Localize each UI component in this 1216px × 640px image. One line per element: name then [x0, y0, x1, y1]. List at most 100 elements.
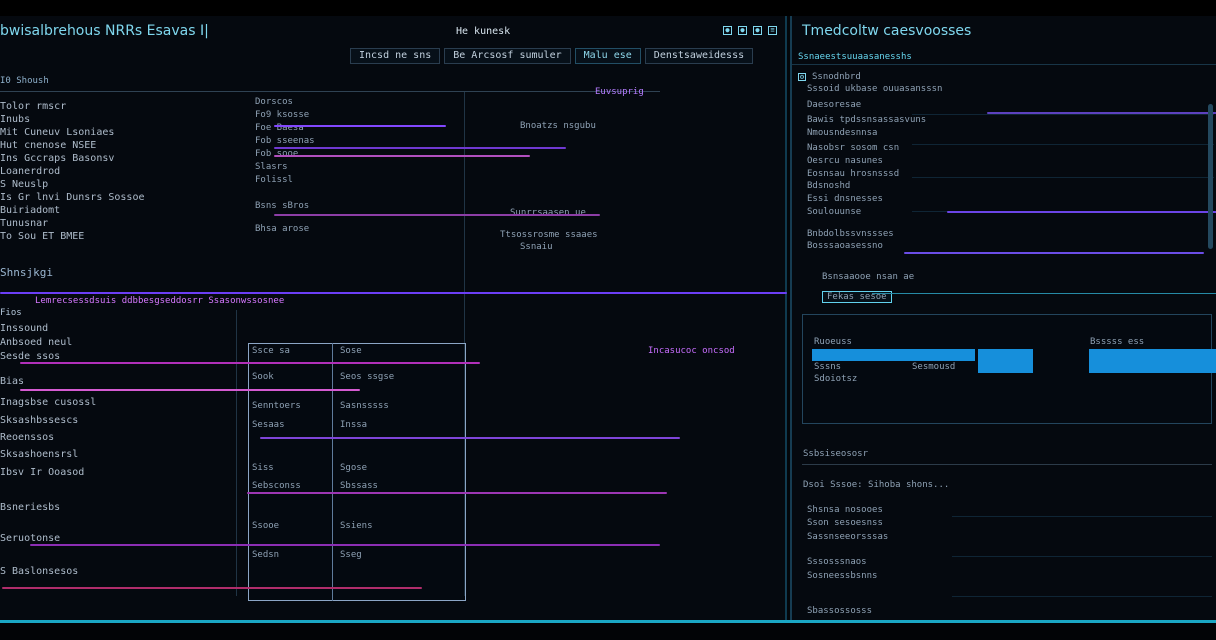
note-4: Ttsossrosme ssaaes — [500, 230, 598, 240]
event-6: Sosneessbsnns — [807, 571, 878, 581]
side-item-2[interactable]: Daesoresae — [807, 100, 861, 110]
lower-mid-1: Ssce sa — [252, 346, 290, 356]
highlight-magenta-2 — [274, 214, 600, 216]
events-grid-line-2 — [952, 556, 1212, 557]
event-3: Sson sesoesnss — [807, 518, 883, 528]
side-item-7[interactable]: Eosnsau hrosnsssd — [807, 169, 899, 179]
selected-row-1: Sssns — [814, 362, 842, 372]
event-4: Sassnseeorsssas — [807, 532, 889, 542]
lower-grid-5: Sgose — [340, 463, 368, 473]
left-line-4: Hut cnenose NSEE — [0, 140, 97, 151]
lower-grid-1: Sose — [340, 346, 362, 356]
lower-mid-6: Sebsconss — [252, 481, 301, 491]
events-grid-line-3 — [952, 596, 1212, 597]
lower-left-12: S Baslonsesos — [0, 566, 79, 577]
left-line-12: Shnsjkgi — [0, 266, 53, 279]
left-line-6: Loanerdrod — [0, 166, 61, 177]
side-item-4[interactable]: Nmousndesnnsa — [807, 128, 877, 138]
lower-left-1: Inssound — [0, 323, 49, 334]
lower-left-4: Bias — [0, 376, 25, 387]
left-line-10: Tunusnar — [0, 218, 49, 229]
toolbar-item-include[interactable]: Incsd ne sns — [350, 48, 441, 64]
section-one-line — [0, 91, 660, 92]
side-top-line — [792, 64, 1216, 65]
selected-bar-1[interactable] — [812, 349, 975, 361]
mid-line-1: Dorscos — [255, 97, 293, 107]
left-line-11: To Sou ET BMEE — [0, 231, 85, 242]
lower-highlight-2 — [20, 389, 360, 391]
lower-grid-7: Ssiens — [340, 521, 373, 531]
side-grid-line-2 — [912, 144, 1214, 145]
mid-line-8: Bsns sBros — [255, 201, 310, 211]
side-top-link[interactable]: Ssnaeestsuuaasanesshs — [798, 52, 912, 62]
note-3: Sunrrsaasen ue — [510, 208, 586, 218]
center-label: He kunesk — [456, 26, 511, 37]
side-panel-title: Tmedcoltw caesvoosses — [802, 23, 972, 39]
side-highlight-3 — [904, 252, 1204, 254]
toolbar-item-module[interactable]: Malu ese — [574, 48, 641, 64]
side-item-3[interactable]: Bawis tpdssnsassasvuns — [807, 115, 926, 125]
lower-grid-4: Inssa — [340, 420, 368, 430]
highlight-purple-1 — [274, 125, 446, 127]
side-item-9[interactable]: Essi dnsnesses — [807, 194, 883, 204]
lower-mid-4: Sesaas — [252, 420, 285, 430]
lower-grid-3: Sasnsssss — [340, 401, 389, 411]
side-item-5[interactable]: Nasobsr sosom csn — [807, 143, 899, 153]
toolbar: Incsd ne sns Be Arcsosf sumuler Malu ese… — [0, 48, 787, 66]
note-2: Bnoatzs nsgubu — [520, 121, 596, 131]
lower-highlight-6 — [2, 587, 422, 589]
toolbar-item-search[interactable]: Be Arcsosf sumuler — [444, 48, 571, 64]
event-5: Sssosssnaos — [807, 557, 867, 567]
status-dot-icon[interactable]: ● — [723, 26, 732, 35]
lower-mid-7: Ssooe — [252, 521, 280, 531]
side-section-header: Ssnodnbrd — [812, 72, 861, 82]
event-7: Sbassossosss — [807, 606, 873, 616]
left-line-9: Buiriadomt — [0, 205, 61, 216]
side-tag-line — [872, 293, 1216, 294]
toolbar-item-design[interactable]: Denstsaweidesss — [644, 48, 754, 64]
lower-left-8: Sksashoensrsl — [0, 449, 79, 460]
lower-left-7: Reoenssos — [0, 432, 55, 443]
lower-left-5: Inagsbse cusossl — [0, 397, 97, 408]
lower-highlight-1 — [20, 362, 480, 364]
left-line-3: Mit Cuneuv Lsoniaes — [0, 127, 115, 138]
event-2: Shsnsa nosooes — [807, 505, 883, 515]
lower-grid-2: Seos ssgse — [340, 372, 395, 382]
lower-left-6: Sksashbssescs — [0, 415, 79, 426]
lower-mid-3: Senntoers — [252, 401, 301, 411]
lower-mid-2: Sook — [252, 372, 274, 382]
section-one-divider — [464, 92, 465, 312]
status-dot-icon[interactable]: ● — [738, 26, 747, 35]
menu-icon[interactable]: ≡ — [768, 26, 777, 35]
event-1: Dsoi Sssoe: Sihoba shons... — [803, 480, 950, 490]
mid-line-2: Fo9 ksosse — [255, 110, 310, 120]
side-scrollbar-thumb[interactable] — [1208, 104, 1213, 249]
side-item-10[interactable]: Soulouunse — [807, 207, 861, 217]
highlight-purple-2 — [274, 147, 566, 149]
left-line-7: S Neuslp — [0, 179, 49, 190]
lower-left-11: Seruotonse — [0, 533, 61, 544]
mid-line-7: Folissl — [255, 175, 293, 185]
side-item-12[interactable]: Bosssaoasessno — [807, 241, 883, 251]
side-highlight-1 — [987, 112, 1216, 114]
lower-grid-8: Sseg — [340, 550, 362, 560]
window-title: bwisalbrehous NRRs Esavas I| — [0, 23, 209, 39]
mid-line-5: Fob sooe — [255, 149, 299, 159]
selected-bar-2[interactable] — [978, 349, 1033, 373]
lower-highlight-4 — [247, 492, 667, 494]
left-line-1: Tolor rmscr — [0, 101, 67, 112]
lower-divider — [236, 310, 237, 596]
section-one-heading: I0 Shoush — [0, 76, 49, 86]
lower-table-column-divider — [332, 343, 333, 601]
side-item-8[interactable]: Bdsnoshd — [807, 181, 850, 191]
status-dot-icon[interactable]: ● — [753, 26, 762, 35]
side-item-6[interactable]: Oesrcu nasunes — [807, 156, 883, 166]
events-grid-line-1 — [952, 516, 1212, 517]
selected-bar-3[interactable] — [1089, 349, 1216, 373]
side-item-11[interactable]: Bnbdolbssvnssses — [807, 229, 894, 239]
selected-row-3: Sesmousd — [912, 362, 956, 372]
gear-icon[interactable]: ⚙ — [798, 73, 806, 81]
side-item-1[interactable]: Sssoid ukbase ouuasansssn — [807, 84, 942, 94]
side-grid-line-3 — [912, 177, 1214, 178]
note-5: Ssnaiu — [520, 242, 553, 252]
